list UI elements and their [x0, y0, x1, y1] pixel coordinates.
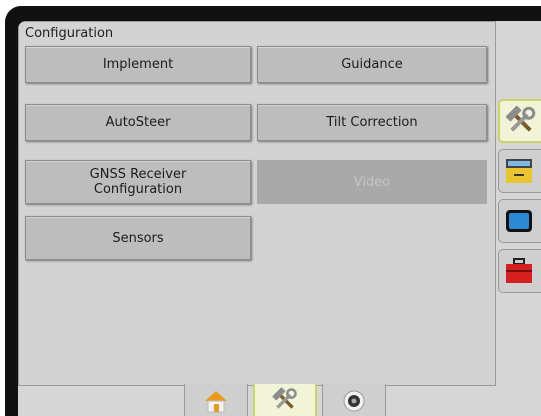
gnss-receiver-configuration-button[interactable]: GNSS Receiver Configuration — [25, 160, 251, 204]
implement-button[interactable]: Implement — [25, 46, 251, 83]
bottom-tab-home[interactable] — [184, 384, 248, 416]
device-frame: Configuration Implement Guidance AutoSte… — [5, 6, 541, 416]
implement-button-label: Implement — [102, 57, 174, 72]
configuration-panel: Configuration Implement Guidance AutoSte… — [18, 21, 496, 386]
bottom-tab-tools[interactable] — [253, 384, 317, 416]
toolbox-icon — [506, 258, 532, 283]
console-icon — [506, 159, 532, 183]
page-title: Configuration — [25, 26, 114, 41]
side-tab-tools[interactable] — [498, 99, 541, 143]
video-button-label: Video — [353, 174, 391, 190]
sensors-button[interactable]: Sensors — [25, 216, 251, 260]
tilt-correction-button[interactable]: Tilt Correction — [257, 104, 487, 141]
bottom-tab-camera[interactable] — [322, 384, 386, 416]
autosteer-button[interactable]: AutoSteer — [25, 104, 251, 141]
screen: Configuration Implement Guidance AutoSte… — [18, 21, 541, 416]
sensors-button-label: Sensors — [112, 230, 164, 246]
tools-icon — [505, 105, 536, 132]
guidance-button-label: Guidance — [341, 57, 403, 72]
gnss-button-label-line2: Configuration — [93, 182, 183, 197]
display-icon — [506, 210, 532, 232]
guidance-button[interactable]: Guidance — [257, 46, 487, 83]
home-icon — [205, 390, 227, 412]
side-tab-console[interactable] — [498, 149, 541, 193]
side-tab-display[interactable] — [498, 199, 541, 243]
gnss-button-label-line1: GNSS Receiver — [89, 167, 187, 182]
side-tab-toolbox[interactable] — [498, 249, 541, 293]
video-button: Video — [257, 160, 487, 204]
autosteer-button-label: AutoSteer — [105, 115, 171, 130]
tilt-correction-button-label: Tilt Correction — [326, 115, 418, 130]
